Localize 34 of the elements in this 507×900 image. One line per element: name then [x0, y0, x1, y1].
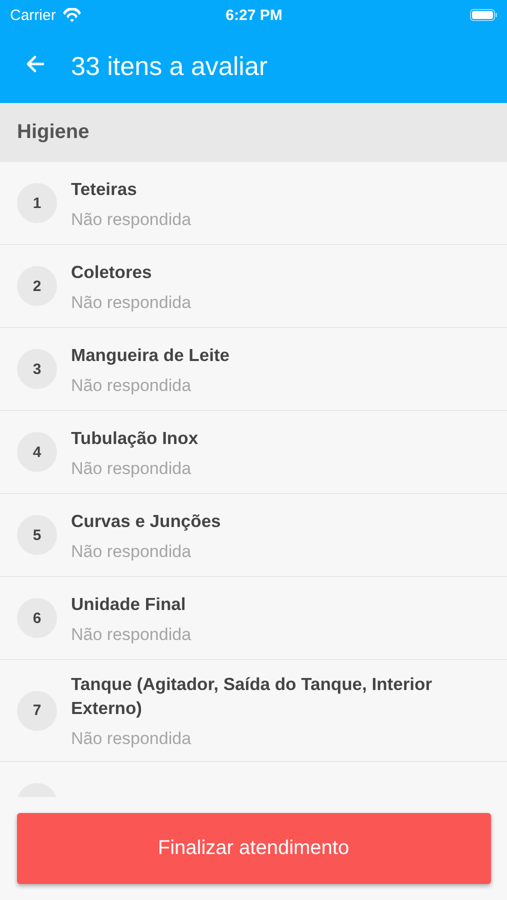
item-title: Mangueira de Leite: [71, 344, 230, 366]
carrier-name: Carrier: [10, 6, 56, 24]
clock-time: 6:27 PM: [226, 6, 282, 24]
item-title: Unidade Final: [71, 592, 187, 616]
list-item[interactable]: 2 Coletores Não respondida: [0, 245, 507, 328]
number-badge: 3: [17, 349, 57, 389]
list-item[interactable]: 4 Tubulação Inox Não respondida: [0, 411, 507, 494]
list-item[interactable]: 5 Curvas e Junções Não respondida: [0, 494, 507, 577]
item-title: Coletores: [71, 260, 153, 284]
item-status: Não respondida: [71, 458, 192, 478]
list-item[interactable]: 3 Mangueira de Leite Não respondida: [0, 328, 507, 411]
screen-title: 33 itens a avaliar: [71, 51, 268, 82]
list-item[interactable]: 6 Unidade Final Não respondida: [0, 577, 507, 660]
battery-icon: [470, 9, 498, 21]
item-status: Não respondida: [71, 729, 192, 749]
item-status: Não respondida: [71, 210, 192, 230]
number-badge: 7: [17, 690, 57, 730]
number-badge: 6: [17, 598, 57, 638]
item-title: Tanque (Agitador, Saída do Tanque, Interior Externo): [71, 673, 434, 720]
list-item[interactable]: 7 Tanque (Agitador, Saída do Tanque, Interior Externo) Não respondida: [0, 660, 507, 762]
wifi-icon: [62, 8, 82, 22]
item-status: Não respondida: [71, 624, 192, 644]
item-title: Curvas e Junções: [71, 510, 221, 532]
item-title: Tubulação Inox: [71, 426, 198, 450]
number-badge: 5: [17, 515, 57, 555]
item-title: Teteiras: [71, 178, 138, 200]
section-header: Higiene: [0, 103, 507, 162]
item-status: Não respondida: [71, 292, 192, 312]
number-badge: 1: [17, 183, 57, 223]
number-badge: 2: [17, 266, 57, 306]
item-status: Não respondida: [71, 542, 192, 562]
item-status: Não respondida: [71, 376, 192, 396]
list-item[interactable]: 1 Teteiras Não respondida: [0, 162, 507, 245]
number-badge: 4: [17, 432, 57, 472]
